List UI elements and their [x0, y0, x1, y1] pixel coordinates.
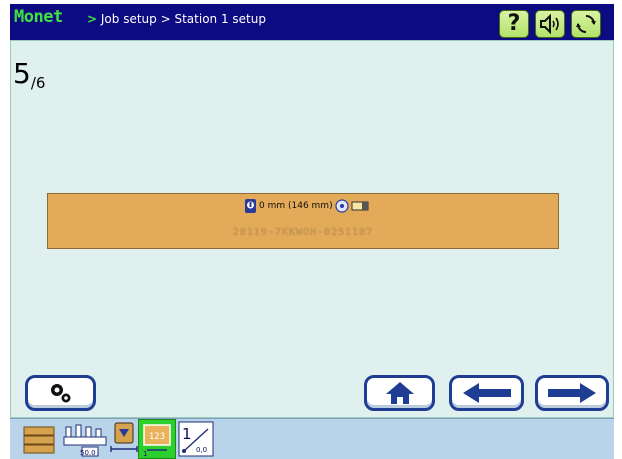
- printhead-distance-icon: [110, 422, 138, 452]
- bottom-toolbar: 50.0 123 1 1 0,0: [10, 418, 614, 459]
- refresh-button[interactable]: [571, 10, 601, 38]
- home-icon: [385, 382, 414, 404]
- breadcrumb: > Job setup > Station 1 setup: [87, 12, 266, 26]
- gears-icon: [50, 384, 70, 403]
- arrow-right-icon: [548, 383, 596, 403]
- arrow-left-icon: [462, 383, 511, 403]
- next-button[interactable]: [535, 375, 609, 411]
- product-icon: [351, 201, 369, 211]
- tile-conveyor[interactable]: 50.0: [60, 419, 110, 459]
- back-button[interactable]: [449, 375, 524, 411]
- message-preview[interactable]: 0 mm (146 mm) 20119-7KKWOH-0251107: [47, 193, 559, 249]
- tile-ratio[interactable]: 1 0,0: [176, 419, 216, 459]
- sound-button[interactable]: [535, 10, 565, 38]
- distance-label: 0 mm (146 mm): [259, 201, 333, 211]
- breadcrumb-separator: >: [87, 12, 98, 26]
- breadcrumb-station-setup: Station 1 setup: [174, 12, 266, 26]
- page-current: 5: [13, 57, 31, 90]
- printhead-icon: [245, 199, 256, 213]
- message-info: 0 mm (146 mm): [244, 198, 369, 214]
- settings-button[interactable]: [25, 375, 96, 411]
- digits-preview-text: 123: [149, 432, 165, 442]
- page-total: /6: [30, 74, 46, 92]
- ratio-value: 1: [182, 425, 192, 443]
- refresh-icon: [576, 15, 596, 33]
- step-value: 1: [143, 450, 148, 458]
- title-bar: Monet > Job setup > Station 1 setup ?: [10, 4, 614, 40]
- home-button[interactable]: [364, 375, 435, 411]
- origin-value: 0,0: [196, 446, 208, 454]
- boxes-icon: [23, 426, 55, 454]
- breadcrumb-separator: >: [160, 12, 171, 26]
- scale-value: 50.0: [80, 449, 96, 457]
- print-code: 20119-7KKWOH-0251107: [232, 227, 374, 238]
- encoder-icon: [334, 199, 349, 213]
- tile-digits-active[interactable]: 123 1: [138, 419, 176, 459]
- help-button[interactable]: ?: [499, 10, 529, 38]
- breadcrumb-job-setup[interactable]: Job setup: [101, 12, 157, 26]
- main-content: 5/6 0 mm (146 mm) 20119-7KKWOH-0251107: [10, 40, 614, 418]
- speaker-icon: [540, 13, 559, 35]
- tile-layout[interactable]: [20, 419, 58, 459]
- brand-logo[interactable]: Monet: [14, 7, 63, 27]
- page-indicator: 5/6: [13, 57, 46, 92]
- app-window: Monet > Job setup > Station 1 setup ? 5/…: [0, 0, 622, 459]
- tile-printhead[interactable]: [106, 419, 142, 459]
- help-icon: ?: [507, 11, 521, 36]
